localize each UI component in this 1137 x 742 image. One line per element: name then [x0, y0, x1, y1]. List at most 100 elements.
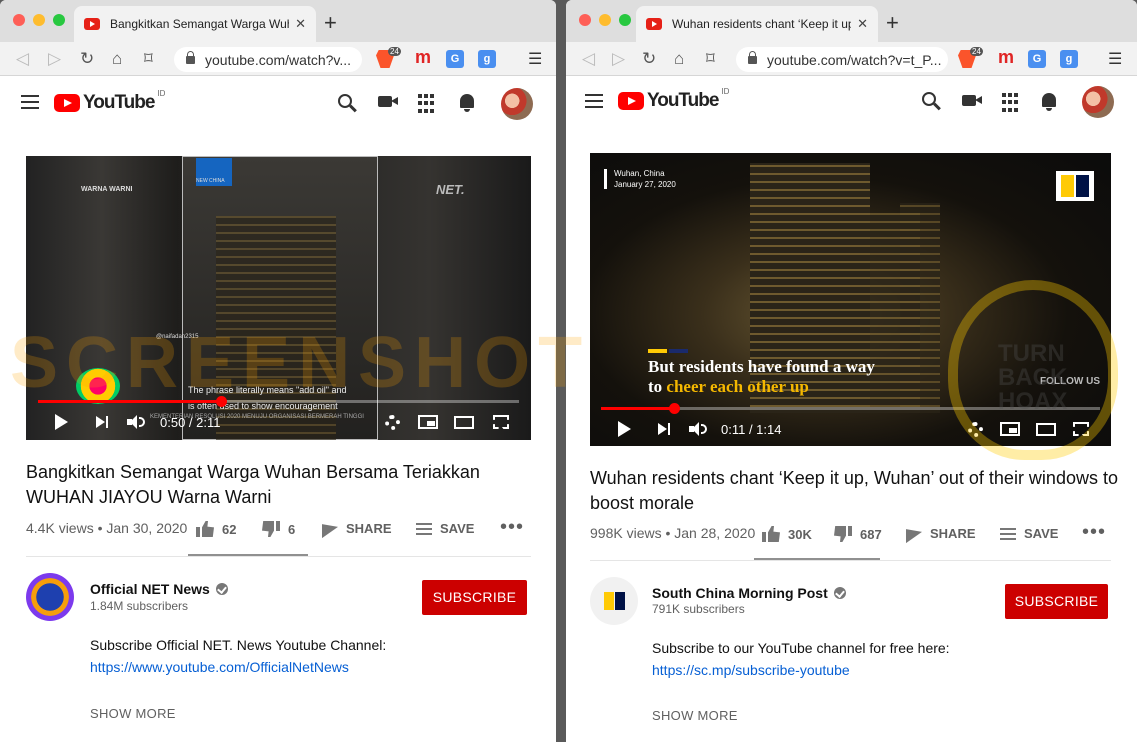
youtube-logo[interactable]: YouTube ID: [618, 87, 729, 112]
translate-extension-icon[interactable]: G: [446, 50, 464, 68]
location-label: Wuhan, China: [614, 169, 665, 178]
mendeley-extension-icon[interactable]: m: [998, 47, 1016, 67]
save-button[interactable]: SAVE: [1000, 526, 1058, 541]
desktop: Bangkitkan Semangat Warga Wuhan ✕ + ◁ ▷ …: [0, 0, 1137, 742]
youtube-logo[interactable]: YouTube ID: [54, 89, 165, 114]
home-icon[interactable]: ⌂: [112, 49, 122, 69]
fullscreen-icon[interactable]: [493, 415, 509, 429]
youtube-header: YouTube ID: [0, 76, 556, 132]
back-icon[interactable]: ◁: [16, 49, 29, 69]
more-actions-icon[interactable]: •••: [1082, 521, 1106, 544]
channel-name-link[interactable]: South China Morning Post: [652, 585, 846, 601]
new-tab-button[interactable]: +: [324, 10, 337, 36]
miniplayer-icon[interactable]: [418, 415, 438, 429]
settings-gear-icon[interactable]: [385, 415, 400, 430]
bookmark-icon[interactable]: ⌑: [144, 49, 153, 69]
settings-gear-icon[interactable]: [968, 422, 983, 437]
show-more-button[interactable]: SHOW MORE: [90, 706, 176, 721]
new-tab-button[interactable]: +: [886, 10, 899, 36]
browser-menu-icon[interactable]: ☰: [1108, 49, 1122, 69]
channel-avatar[interactable]: [590, 577, 638, 625]
theater-mode-icon[interactable]: [454, 416, 474, 429]
next-video-icon[interactable]: [658, 423, 670, 435]
close-window-button[interactable]: [13, 14, 25, 26]
forward-icon[interactable]: ▷: [48, 49, 61, 69]
mendeley-extension-icon[interactable]: m: [415, 47, 433, 67]
apps-grid-icon[interactable]: [1002, 93, 1022, 113]
more-actions-icon[interactable]: •••: [500, 516, 524, 539]
description-text: Subscribe Official NET. News Youtube Cha…: [90, 637, 387, 653]
browser-tab[interactable]: Bangkitkan Semangat Warga Wuhan ✕: [74, 6, 316, 42]
like-button[interactable]: 62: [196, 521, 236, 537]
url-text: youtube.com/watch?v...: [205, 51, 352, 68]
create-video-icon[interactable]: [962, 95, 982, 106]
tab-bar: Wuhan residents chant ‘Keep it up ✕ +: [566, 0, 1137, 42]
url-field[interactable]: youtube.com/watch?v=t_P...: [736, 47, 948, 72]
home-icon[interactable]: ⌂: [674, 49, 684, 69]
channel-avatar[interactable]: [26, 573, 74, 621]
notifications-bell-icon[interactable]: [1042, 93, 1056, 111]
video-player[interactable]: NEW CHINA WARNA WARNI NET. @naifadan2315…: [26, 156, 531, 440]
search-icon[interactable]: [338, 94, 352, 108]
share-icon: [906, 524, 922, 543]
fullscreen-icon[interactable]: [1073, 422, 1089, 436]
dislike-button[interactable]: 687: [834, 526, 882, 542]
close-tab-icon[interactable]: ✕: [295, 16, 306, 32]
description-link[interactable]: https://www.youtube.com/OfficialNetNews: [90, 659, 349, 675]
back-icon[interactable]: ◁: [582, 49, 595, 69]
translate-extension-icon[interactable]: G: [1028, 50, 1046, 68]
dislike-button[interactable]: 6: [262, 521, 295, 537]
like-count: 62: [222, 521, 237, 537]
video-progress-bar[interactable]: [601, 403, 1100, 414]
zoom-window-button[interactable]: [53, 14, 65, 26]
google-extension-icon[interactable]: g: [478, 50, 496, 68]
url-field[interactable]: youtube.com/watch?v...: [174, 47, 362, 72]
bookmark-icon[interactable]: ⌑: [706, 49, 715, 69]
reload-icon[interactable]: ↻: [80, 49, 94, 69]
play-icon[interactable]: [618, 421, 631, 437]
tab-bar: Bangkitkan Semangat Warga Wuhan ✕ +: [0, 0, 556, 42]
subscribe-button[interactable]: SUBSCRIBE: [1005, 584, 1108, 619]
theater-mode-icon[interactable]: [1036, 423, 1056, 436]
minimize-window-button[interactable]: [599, 14, 611, 26]
account-avatar[interactable]: [1082, 86, 1114, 118]
guide-menu-icon[interactable]: [585, 94, 603, 108]
logo-wordmark: YouTube: [83, 92, 155, 113]
video-progress-bar[interactable]: [38, 396, 519, 407]
net-logo: NET.: [436, 182, 465, 197]
account-avatar[interactable]: [501, 88, 533, 120]
share-button[interactable]: SHARE: [322, 519, 392, 538]
save-button[interactable]: SAVE: [416, 521, 474, 536]
guide-menu-icon[interactable]: [21, 95, 39, 109]
subscribe-button[interactable]: SUBSCRIBE: [422, 580, 527, 615]
miniplayer-icon[interactable]: [1000, 422, 1020, 436]
google-extension-icon[interactable]: g: [1060, 50, 1078, 68]
description-link[interactable]: https://sc.mp/subscribe-youtube: [652, 662, 850, 678]
volume-icon[interactable]: [127, 415, 145, 429]
browser-menu-icon[interactable]: ☰: [528, 49, 542, 69]
share-button[interactable]: SHARE: [906, 524, 976, 543]
notifications-bell-icon[interactable]: [460, 94, 474, 112]
browser-tab[interactable]: Wuhan residents chant ‘Keep it up ✕: [636, 6, 878, 42]
search-icon[interactable]: [922, 92, 936, 106]
zoom-window-button[interactable]: [619, 14, 631, 26]
video-player[interactable]: Wuhan, China January 27, 2020 But reside…: [590, 153, 1111, 446]
lock-icon: [186, 50, 195, 64]
next-video-icon[interactable]: [96, 416, 108, 428]
caption-bar: [648, 349, 688, 353]
close-window-button[interactable]: [579, 14, 591, 26]
volume-icon[interactable]: [689, 422, 707, 436]
like-button[interactable]: 30K: [762, 526, 812, 542]
create-video-icon[interactable]: [378, 96, 398, 107]
new-china-label: NEW CHINA: [196, 178, 225, 184]
reload-icon[interactable]: ↻: [642, 49, 656, 69]
apps-grid-icon[interactable]: [418, 94, 438, 114]
follow-us-label: FOLLOW US: [1040, 376, 1100, 387]
address-bar-row: ◁ ▷ ↻ ⌂ ⌑ youtube.com/watch?v... 24 m G …: [0, 42, 556, 76]
channel-name-link[interactable]: Official NET News: [90, 581, 228, 597]
show-more-button[interactable]: SHOW MORE: [652, 708, 738, 723]
forward-icon[interactable]: ▷: [612, 49, 625, 69]
play-icon[interactable]: [55, 414, 68, 430]
minimize-window-button[interactable]: [33, 14, 45, 26]
close-tab-icon[interactable]: ✕: [857, 16, 868, 32]
